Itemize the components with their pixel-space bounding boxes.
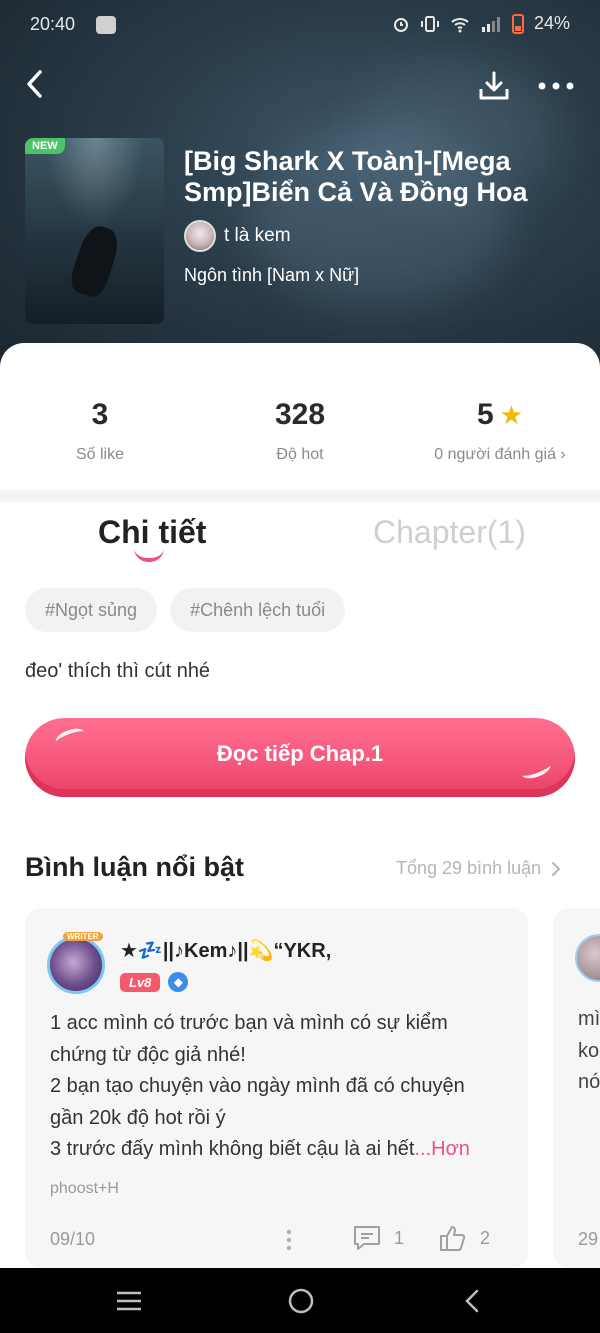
comment-line: 1 acc mình có trước bạn và mình có sự ki… bbox=[50, 1012, 448, 1034]
menu-icon bbox=[117, 1291, 141, 1311]
comment-date: 29 bbox=[578, 1229, 599, 1249]
new-badge: NEW bbox=[25, 138, 65, 154]
comment-line: chứng từ độc giả nhé! bbox=[50, 1043, 246, 1066]
wifi-icon bbox=[451, 17, 469, 32]
rating-label: 0 người đánh giá bbox=[434, 446, 556, 463]
commenter-avatar[interactable] bbox=[575, 934, 600, 982]
likes-value: 3 bbox=[91, 398, 109, 431]
thumbs-up-icon bbox=[440, 1226, 466, 1251]
comment-line: gần 20k độ hot rồi ý bbox=[50, 1106, 226, 1129]
stats-row: 3 Số like 328 Độ hot 5 ★ 0 người đánh giá… bbox=[0, 372, 600, 482]
more-horizontal-icon bbox=[538, 82, 574, 90]
chevron-left-icon bbox=[465, 1289, 479, 1313]
continue-reading-button[interactable]: Đọc tiếp Chap.1 bbox=[25, 718, 575, 797]
comment-icon bbox=[354, 1226, 380, 1250]
circle-home-icon bbox=[288, 1288, 314, 1314]
like-count: 2 bbox=[480, 1227, 491, 1248]
comment-body: 1 acc mình có trước bạn và mình có sự ki… bbox=[50, 1008, 520, 1166]
section-divider bbox=[0, 490, 600, 502]
expand-comment-link[interactable]: ...Hơn bbox=[414, 1138, 469, 1160]
comment-line: ko bbox=[578, 1040, 600, 1062]
story-description: đeo' thích thì cút nhé bbox=[25, 660, 211, 682]
comment-line: nó bbox=[578, 1071, 600, 1093]
commenter-name[interactable]: ★💤||♪Kem♪||💫“YKR, bbox=[120, 938, 331, 963]
comment-card[interactable]: WRITER ★💤||♪Kem♪||💫“YKR, Lv8 ◆ 1 acc mìn… bbox=[25, 908, 528, 1268]
comments-section-title: Bình luận nổi bật bbox=[25, 852, 244, 882]
signal-icon bbox=[481, 16, 500, 32]
status-icons: 24% bbox=[392, 13, 570, 34]
chevron-left-icon bbox=[27, 70, 42, 98]
chevron-right-icon bbox=[552, 861, 561, 876]
comments-total-label: Tổng 29 bình luận bbox=[396, 858, 542, 878]
comment-line: 2 bạn tạo chuyện vào ngày mình đã có chu… bbox=[50, 1075, 465, 1097]
like-button[interactable]: 2 bbox=[438, 1223, 490, 1253]
continue-reading-label: Đọc tiếp Chap.1 bbox=[216, 741, 384, 766]
level-badge: Lv8 bbox=[120, 972, 161, 992]
commenter-badges: Lv8 ◆ bbox=[120, 972, 189, 992]
chevron-right-icon: › bbox=[560, 446, 566, 463]
tab-chapter[interactable]: Chapter(1) bbox=[373, 514, 526, 551]
reply-button[interactable]: 1 bbox=[352, 1224, 404, 1252]
system-navigation-bar bbox=[0, 1268, 600, 1333]
tag-chip[interactable]: #Ngọt sủng bbox=[25, 588, 158, 632]
reply-count: 1 bbox=[394, 1227, 405, 1248]
verified-shield-icon: ◆ bbox=[168, 972, 189, 992]
comment-line: 3 trước đấy mình không biết cậu là ai hế… bbox=[50, 1138, 415, 1160]
battery-level: 24% bbox=[533, 13, 570, 33]
comment-line: mì bbox=[578, 1008, 600, 1030]
author-link[interactable]: t là kem bbox=[184, 220, 291, 252]
download-icon bbox=[479, 71, 509, 100]
all-comments-link[interactable]: Tổng 29 bình luận bbox=[396, 858, 561, 879]
rating-value: 5 bbox=[477, 398, 494, 431]
more-options-button[interactable] bbox=[536, 72, 576, 100]
story-cover[interactable] bbox=[25, 138, 164, 324]
tag-list: #Ngọt sủng #Chênh lệch tuổi bbox=[25, 588, 346, 632]
system-back-button[interactable] bbox=[456, 1284, 490, 1318]
tab-bar: Chi tiết Chapter(1) bbox=[0, 508, 600, 568]
recent-apps-button[interactable] bbox=[112, 1284, 146, 1318]
story-genre: Ngôn tình [Nam x Nữ] bbox=[184, 265, 360, 285]
tag-chip[interactable]: #Chênh lệch tuổi bbox=[170, 588, 346, 632]
hot-stat: 328 Độ hot bbox=[200, 398, 400, 464]
likes-label: Số like bbox=[75, 446, 125, 463]
vibrate-icon bbox=[420, 15, 439, 32]
download-button[interactable] bbox=[476, 68, 512, 104]
hot-value: 328 bbox=[274, 398, 326, 431]
more-vertical-icon bbox=[286, 1229, 292, 1251]
author-name: t là kem bbox=[224, 225, 291, 246]
tab-detail[interactable]: Chi tiết bbox=[98, 514, 206, 551]
notification-app-icon bbox=[96, 16, 116, 34]
rating-stat[interactable]: 5 ★ 0 người đánh giá › bbox=[400, 398, 600, 464]
home-button[interactable] bbox=[284, 1284, 318, 1318]
story-title: [Big Shark X Toàn]-[Mega Smp]Biển Cả Và … bbox=[184, 146, 528, 207]
likes-stat: 3 Số like bbox=[0, 398, 200, 464]
comment-more-button[interactable] bbox=[283, 1226, 295, 1254]
status-bar: 20:40 24% bbox=[0, 0, 600, 52]
comment-card[interactable]: mì ko nó 29 bbox=[553, 908, 600, 1268]
hot-label: Độ hot bbox=[276, 446, 324, 463]
comment-date: 09/10 bbox=[50, 1229, 96, 1249]
comment-signature: phoost+H bbox=[50, 1180, 119, 1197]
alarm-icon bbox=[393, 17, 408, 32]
back-button[interactable] bbox=[18, 66, 54, 102]
author-avatar bbox=[184, 220, 216, 252]
writer-badge: WRITER bbox=[63, 932, 103, 941]
status-time: 20:40 bbox=[30, 14, 76, 34]
commenter-avatar[interactable] bbox=[47, 936, 105, 994]
star-icon: ★ bbox=[499, 399, 523, 430]
battery-icon bbox=[511, 13, 524, 34]
